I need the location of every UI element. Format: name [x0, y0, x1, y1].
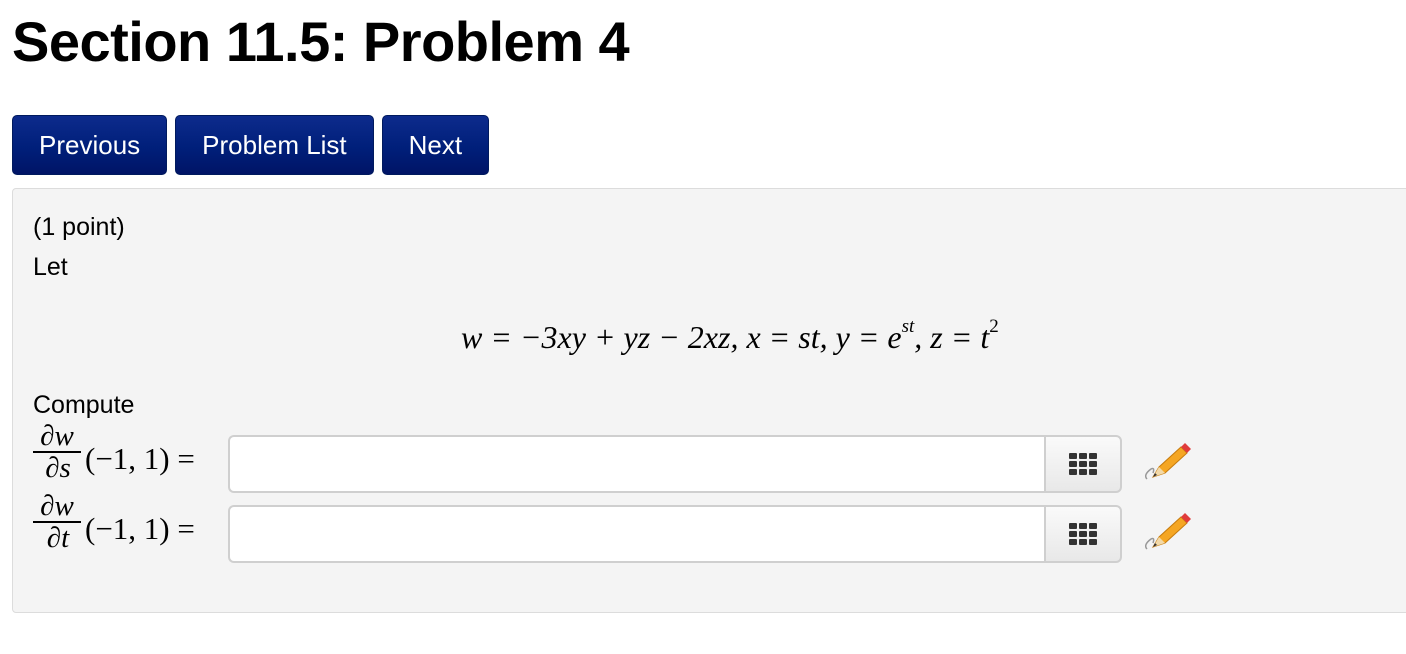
answer-input-dt[interactable]: [228, 505, 1044, 563]
fraction-numerator: ∂w: [33, 491, 81, 523]
fraction-denominator: ∂s: [45, 452, 71, 484]
equation: w = −3xy + yz − 2xz, x = st, y = est, z …: [461, 316, 999, 356]
pencil-icon[interactable]: [1141, 439, 1191, 485]
compute-label: Compute: [33, 391, 135, 419]
equation-w: w = −3xy + yz − 2xz,: [461, 319, 739, 355]
answer-row: ∂w ∂s (−1, 1) =: [33, 421, 1233, 493]
fraction-numerator: ∂w: [33, 421, 81, 453]
equation-z: , z = t: [914, 319, 990, 355]
fraction-denominator: ∂t: [46, 522, 70, 554]
pencil-icon[interactable]: [1141, 509, 1191, 555]
problem-panel: (1 point) Let w = −3xy + yz − 2xz, x = s…: [12, 188, 1406, 613]
keypad-button[interactable]: [1044, 435, 1122, 493]
equation-x: x = st,: [746, 319, 828, 355]
point-value: (1 point): [33, 213, 125, 241]
page-title: Section 11.5: Problem 4: [12, 10, 630, 73]
answer-row: ∂w ∂t (−1, 1) =: [33, 491, 1233, 563]
equation-z-exponent: 2: [989, 316, 999, 338]
equation-y-exponent: st: [901, 316, 915, 338]
answer-input-ds[interactable]: [228, 435, 1044, 493]
partial-derivative: ∂w ∂t: [33, 491, 83, 553]
keypad-icon: [1069, 523, 1097, 545]
keypad-button[interactable]: [1044, 505, 1122, 563]
problem-nav: Previous Problem List Next: [12, 115, 490, 175]
next-button[interactable]: Next: [381, 115, 490, 175]
partial-derivative: ∂w ∂s: [33, 421, 83, 483]
intro-text: Let: [33, 253, 68, 281]
answer-input-group: [228, 505, 1122, 563]
evaluation-point: (−1, 1) =: [85, 441, 195, 476]
evaluation-point: (−1, 1) =: [85, 511, 195, 546]
keypad-icon: [1069, 453, 1097, 475]
previous-button[interactable]: Previous: [12, 115, 168, 175]
equation-y: y = e: [835, 319, 902, 355]
answer-input-group: [228, 435, 1122, 493]
problem-list-button[interactable]: Problem List: [175, 115, 374, 175]
